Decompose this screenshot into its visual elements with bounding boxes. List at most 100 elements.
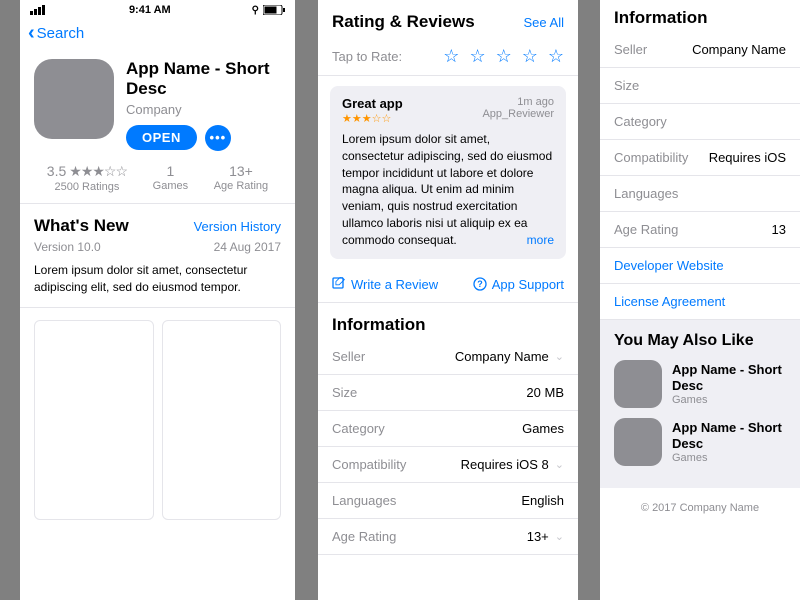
signal-icon bbox=[30, 5, 48, 15]
ellipsis-icon: ••• bbox=[210, 130, 227, 145]
info-row-category: Category Games bbox=[318, 411, 578, 447]
info-row-age: Age Rating 13 bbox=[600, 212, 800, 248]
whats-new-title: What's New bbox=[34, 216, 129, 236]
app-icon bbox=[614, 360, 662, 408]
star-icon[interactable]: ☆ bbox=[443, 46, 459, 67]
tap-to-rate-row: Tap to Rate: ☆ ☆ ☆ ☆ ☆ bbox=[318, 38, 578, 76]
rating-stars-icon: ★★★☆☆ bbox=[69, 163, 127, 180]
rating-count: 2500 Ratings bbox=[47, 181, 127, 193]
information-title: Information bbox=[614, 8, 786, 28]
chevron-down-icon: ⌄ bbox=[555, 458, 564, 471]
version-label: Version 10.0 bbox=[34, 240, 101, 254]
battery-icon bbox=[263, 5, 285, 15]
info-label: Seller bbox=[614, 42, 647, 57]
write-review-link[interactable]: Write a Review bbox=[332, 277, 438, 292]
info-value: 20 MB bbox=[526, 385, 564, 400]
review-time: 1m ago bbox=[482, 96, 554, 108]
info-label: Seller bbox=[332, 349, 365, 364]
info-value: Games bbox=[522, 421, 564, 436]
screenshot[interactable] bbox=[162, 320, 282, 520]
star-icon[interactable]: ☆ bbox=[469, 46, 485, 67]
see-all-reviews-link[interactable]: See All bbox=[524, 15, 564, 30]
you-may-also-like-section: You May Also Like App Name - Short Desc … bbox=[600, 320, 800, 488]
meta-rating: 3.5★★★☆☆ 2500 Ratings bbox=[47, 163, 127, 193]
app-icon bbox=[34, 59, 114, 139]
app-company: Company bbox=[126, 102, 281, 117]
back-label: Search bbox=[37, 25, 85, 42]
app-support-link[interactable]: ? App Support bbox=[473, 277, 564, 292]
info-value: Company Name bbox=[692, 42, 786, 57]
information-title: Information bbox=[332, 315, 564, 335]
info-row-age[interactable]: Age Rating 13+ ⌄ bbox=[318, 519, 578, 555]
info-value: 13+ bbox=[527, 529, 549, 544]
category-number: 1 bbox=[153, 163, 188, 179]
chevron-down-icon: ⌄ bbox=[555, 530, 564, 543]
info-label: Size bbox=[332, 385, 357, 400]
info-value: 13 bbox=[772, 222, 786, 237]
meta-category: 1 Games bbox=[153, 163, 188, 193]
status-time: 9:41 AM bbox=[129, 4, 171, 16]
rating-value: 3.5 bbox=[47, 163, 66, 179]
chevron-down-icon: ⌄ bbox=[555, 350, 564, 363]
info-row-category: Category bbox=[600, 104, 800, 140]
reviews-title: Rating & Reviews bbox=[332, 12, 475, 32]
ymal-app-name: App Name - Short Desc bbox=[672, 420, 786, 451]
chevron-left-icon: ‹ bbox=[28, 22, 35, 45]
review-author: App_Reviewer bbox=[482, 108, 554, 120]
info-label: Category bbox=[614, 114, 667, 129]
developer-website-link[interactable]: Developer Website bbox=[600, 248, 800, 284]
reviews-section-head: Rating & Reviews See All bbox=[318, 0, 578, 38]
screenshots-row bbox=[20, 308, 295, 532]
ymal-title: You May Also Like bbox=[614, 332, 786, 350]
version-date: 24 Aug 2017 bbox=[214, 240, 281, 254]
whats-new-body: Lorem ipsum dolor sit amet, consectetur … bbox=[34, 262, 281, 296]
open-button[interactable]: OPEN bbox=[126, 125, 197, 150]
age-value: 13+ bbox=[214, 163, 268, 179]
tap-to-rate-label: Tap to Rate: bbox=[332, 49, 402, 64]
review-actions: Write a Review ? App Support bbox=[318, 269, 578, 303]
ymal-item[interactable]: App Name - Short Desc Games bbox=[614, 360, 786, 408]
ymal-item[interactable]: App Name - Short Desc Games bbox=[614, 418, 786, 466]
app-detail-reviews: Rating & Reviews See All Tap to Rate: ☆ … bbox=[318, 0, 578, 600]
info-label: Size bbox=[614, 78, 639, 93]
svg-text:?: ? bbox=[477, 279, 483, 289]
star-icon[interactable]: ☆ bbox=[496, 46, 512, 67]
info-row-seller: Seller Company Name bbox=[600, 32, 800, 68]
more-button[interactable]: ••• bbox=[205, 125, 231, 151]
info-value: Requires iOS 8 bbox=[461, 457, 549, 472]
info-row-size: Size bbox=[600, 68, 800, 104]
review-title: Great app bbox=[342, 96, 403, 111]
info-label: Compatibility bbox=[614, 150, 688, 165]
star-icon[interactable]: ☆ bbox=[522, 46, 538, 67]
info-row-languages: Languages bbox=[600, 176, 800, 212]
help-icon: ? bbox=[473, 277, 487, 291]
info-label: Category bbox=[332, 421, 385, 436]
screenshot[interactable] bbox=[34, 320, 154, 520]
app-support-label: App Support bbox=[492, 277, 564, 292]
info-label: Languages bbox=[614, 186, 678, 201]
info-label: Age Rating bbox=[332, 529, 396, 544]
app-title: App Name - Short Desc bbox=[126, 59, 281, 100]
tap-to-rate-stars[interactable]: ☆ ☆ ☆ ☆ ☆ bbox=[443, 46, 564, 67]
information-section-head: Information bbox=[318, 303, 578, 339]
review-body: Lorem ipsum dolor sit amet, consectetur … bbox=[342, 131, 554, 249]
info-label: Compatibility bbox=[332, 457, 406, 472]
license-agreement-link[interactable]: License Agreement bbox=[600, 284, 800, 320]
back-button[interactable]: ‹ Search bbox=[20, 16, 295, 51]
info-label: Languages bbox=[332, 493, 396, 508]
status-bar: 9:41 AM ⚲ bbox=[20, 0, 295, 16]
info-row-seller[interactable]: Seller Company Name⌄ bbox=[318, 339, 578, 375]
review-more-link[interactable]: more bbox=[527, 232, 554, 249]
review-card: Great app ★★★☆☆ 1m ago App_Reviewer Lore… bbox=[330, 86, 566, 259]
version-history-link[interactable]: Version History bbox=[194, 219, 281, 234]
star-icon[interactable]: ☆ bbox=[548, 46, 564, 67]
compose-icon bbox=[332, 277, 346, 291]
category-label: Games bbox=[153, 180, 188, 192]
info-row-compatibility: Compatibility Requires iOS bbox=[600, 140, 800, 176]
info-row-compatibility[interactable]: Compatibility Requires iOS 8 ⌄ bbox=[318, 447, 578, 483]
info-value: Requires iOS bbox=[709, 150, 786, 165]
ymal-app-category: Games bbox=[672, 394, 786, 406]
copyright: © 2017 Company Name bbox=[600, 488, 800, 528]
age-label: Age Rating bbox=[214, 180, 268, 192]
info-label: Age Rating bbox=[614, 222, 678, 237]
